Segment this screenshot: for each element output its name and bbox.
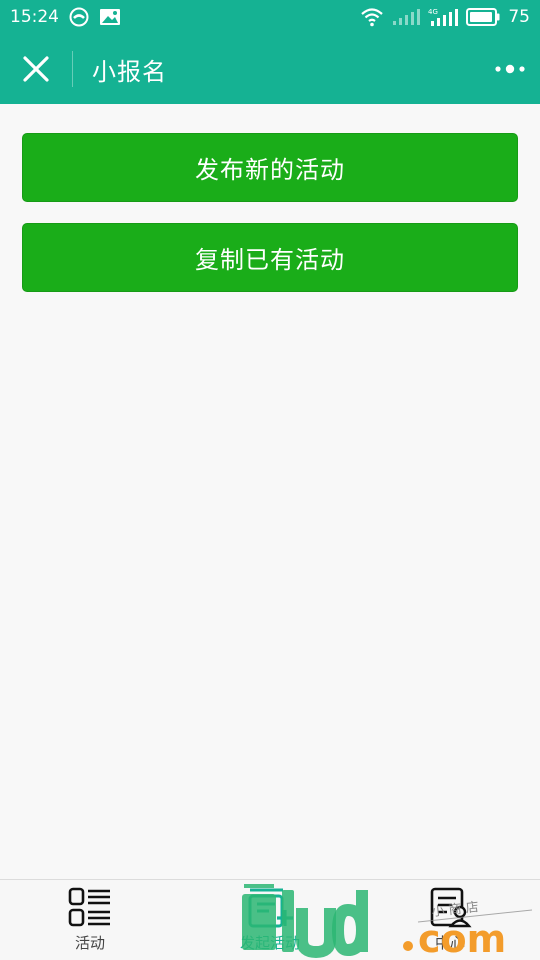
app-notification-icon xyxy=(69,7,89,27)
tab-create-activity[interactable]: 发起活动 xyxy=(180,880,360,960)
tab-label-user-center: 中心 xyxy=(434,934,465,952)
battery-level: 75 xyxy=(508,7,530,27)
signal-icon xyxy=(392,8,421,26)
close-button[interactable] xyxy=(0,34,72,104)
tab-label-activities: 活动 xyxy=(74,934,105,952)
app-bar-divider xyxy=(72,51,73,87)
status-time: 15:24 xyxy=(10,7,59,27)
signal-4g-icon: 4G xyxy=(428,7,459,27)
status-left: 15:24 xyxy=(10,7,121,27)
status-bar: 15:24 4G 75 xyxy=(0,0,540,34)
main-content: 发布新的活动 复制已有活动 xyxy=(0,104,540,880)
tab-bar: 活动 发起活动 中心 xyxy=(0,879,540,960)
tab-activities[interactable]: 活动 xyxy=(0,880,180,960)
more-button[interactable] xyxy=(480,34,540,104)
tab-user-center[interactable]: 中心 xyxy=(360,880,540,960)
tab-label-create-activity: 发起活动 xyxy=(239,934,300,952)
app-bar: 小报名 xyxy=(0,34,540,104)
status-right: 4G 75 xyxy=(360,7,530,27)
battery-icon xyxy=(466,8,500,26)
page-title: 小报名 xyxy=(92,57,167,86)
copy-existing-activity-button[interactable]: 复制已有活动 xyxy=(22,223,518,292)
user-center-icon xyxy=(430,887,472,928)
wifi-icon xyxy=(360,7,384,27)
image-notification-icon xyxy=(99,8,121,26)
publish-new-activity-button[interactable]: 发布新的活动 xyxy=(22,133,518,202)
create-activity-icon xyxy=(248,888,293,928)
close-icon xyxy=(23,56,49,82)
activity-list-icon xyxy=(68,887,110,927)
network-type-label: 4G xyxy=(428,8,438,16)
more-icon xyxy=(495,64,525,74)
